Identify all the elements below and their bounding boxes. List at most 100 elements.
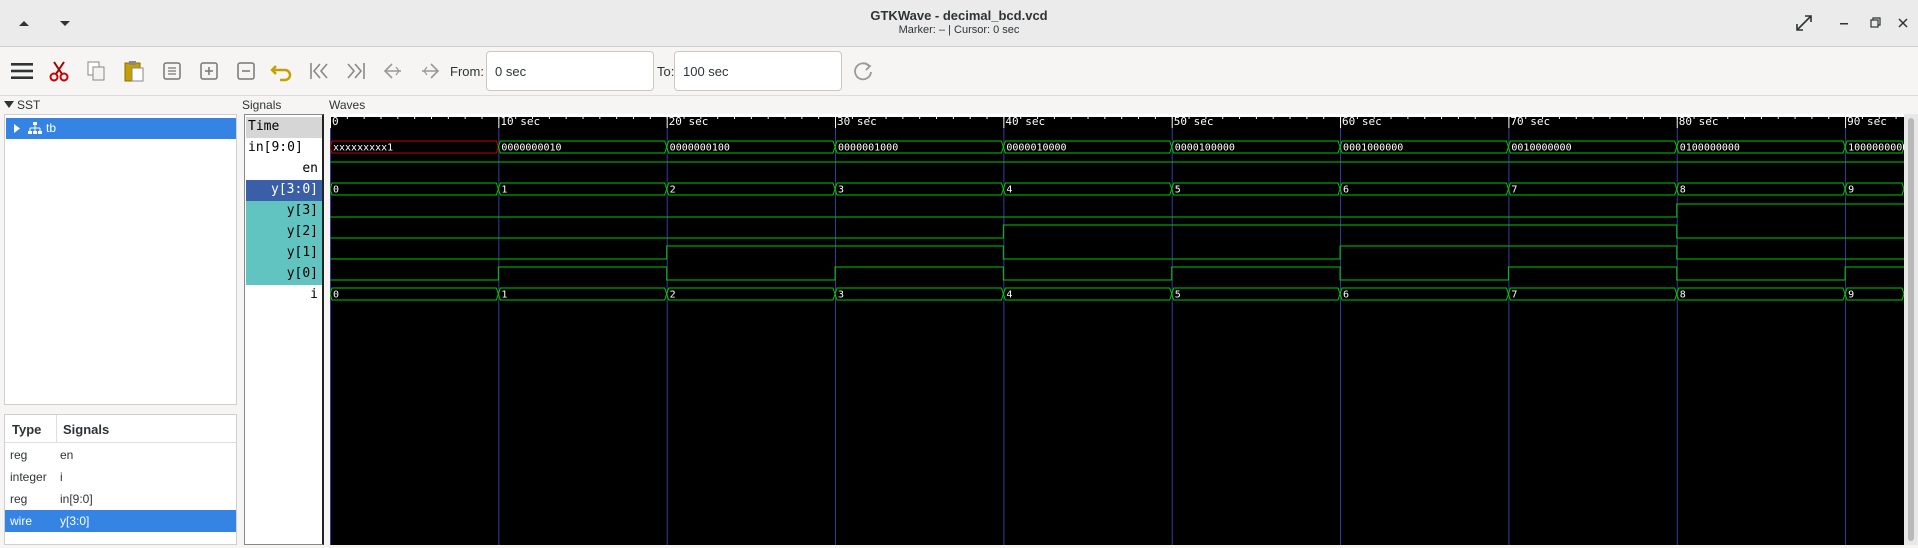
from-label: From: xyxy=(450,64,484,79)
bit-waveform-y1 xyxy=(330,245,1918,260)
waves-pane-title: Waves xyxy=(329,98,366,112)
signals-column-header[interactable]: Signals xyxy=(63,422,109,437)
copy-icon[interactable] xyxy=(83,58,109,84)
bus-segment xyxy=(1507,182,1678,196)
signal-name-row[interactable]: in[9:0] xyxy=(246,138,322,159)
vertical-scrollbar[interactable] xyxy=(1904,114,1918,545)
paste-icon[interactable] xyxy=(121,58,147,84)
from-time-input[interactable] xyxy=(486,51,654,91)
signal-name-row[interactable]: y[1] xyxy=(246,243,322,264)
bus-segment xyxy=(834,182,1004,196)
time-tick-label: 0 xyxy=(332,115,339,128)
to-label: To: xyxy=(657,64,675,79)
bus-value-label: 6 xyxy=(1343,185,1349,196)
signal-name-text: in[9:0] xyxy=(248,140,303,155)
bus-value-label: 3 xyxy=(838,290,844,301)
zoom-fit-icon[interactable] xyxy=(159,58,185,84)
bus-value-label: 2 xyxy=(670,185,676,196)
minimize-icon[interactable] xyxy=(1833,12,1855,34)
bus-segment xyxy=(1171,287,1341,301)
zoom-to-start-icon[interactable] xyxy=(306,58,332,84)
bus-value-label: 0000100000 xyxy=(1175,143,1235,154)
bus-value-label: 1 xyxy=(501,185,507,196)
bus-segment xyxy=(834,287,1004,301)
menu-icon[interactable] xyxy=(9,58,35,84)
fullscreen-icon[interactable] xyxy=(1793,12,1815,34)
time-tick-label: 70 sec xyxy=(1510,115,1550,128)
waveform-display[interactable]: 0 10 sec 20 sec 30 sec 40 sec 50 sec 60 sec 70 … xyxy=(329,114,1918,545)
zoom-out-icon[interactable] xyxy=(233,58,259,84)
window-title: GTKWave - decimal_bcd.vcd xyxy=(870,8,1048,23)
signal-type: integer xyxy=(10,470,47,484)
signal-name-row[interactable]: y[3:0] xyxy=(246,180,322,201)
bus-segment xyxy=(1002,287,1173,301)
signal-row[interactable]: reg en xyxy=(5,444,236,466)
bus-segment xyxy=(1507,287,1678,301)
bus-segment xyxy=(329,287,499,301)
sst-tree: tb xyxy=(4,114,237,405)
signals-list-header: Type Signals xyxy=(5,415,236,443)
type-column-header[interactable]: Type xyxy=(12,422,41,437)
bus-value-label: 2 xyxy=(670,290,676,301)
bus-segment xyxy=(666,182,836,196)
bus-value-label: 0010000000 xyxy=(1511,143,1571,154)
signal-name-row[interactable]: y[3] xyxy=(246,201,322,222)
tree-item-tb[interactable]: tb xyxy=(6,118,236,139)
signal-name-row[interactable]: y[0] xyxy=(246,264,322,285)
signal-name: y[3:0] xyxy=(60,514,90,528)
bus-value-label: 1 xyxy=(501,290,507,301)
waves-pane[interactable]: 0 10 sec 20 sec 30 sec 40 sec 50 sec 60 sec 70 … xyxy=(329,114,1918,545)
bus-value-label: 0000000100 xyxy=(670,143,730,154)
signal-name-text: i xyxy=(310,287,318,302)
cut-icon[interactable] xyxy=(46,58,72,84)
scrollbar-thumb[interactable] xyxy=(1908,118,1914,541)
to-time-input[interactable] xyxy=(674,51,842,91)
find-previous-edge-icon[interactable] xyxy=(380,58,406,84)
signal-name-row[interactable]: en xyxy=(246,159,322,180)
signal-name-text: y[3:0] xyxy=(271,182,318,197)
signal-row[interactable]: integer i xyxy=(5,466,236,488)
undo-zoom-icon[interactable] xyxy=(269,58,295,84)
reload-icon[interactable] xyxy=(850,58,876,84)
bus-value-label: 9 xyxy=(1848,290,1854,301)
signals-pane: Time in[9:0] en y[3:0] y[3] y[2] y[1] y[0] i xyxy=(244,114,324,545)
signal-row-selected[interactable]: wire y[3:0] xyxy=(5,510,236,532)
signal-name-row[interactable]: y[2] xyxy=(246,222,322,243)
time-tick-label: 90 sec xyxy=(1847,115,1887,128)
signal-name-row[interactable]: i xyxy=(246,285,322,306)
bus-segment xyxy=(329,182,499,196)
zoom-to-end-icon[interactable] xyxy=(343,58,369,84)
expand-icon[interactable] xyxy=(13,123,21,134)
bus-value-label: 4 xyxy=(1006,290,1012,301)
bus-value-label: 4 xyxy=(1006,185,1012,196)
bus-segment xyxy=(1002,182,1173,196)
bus-value-label: 5 xyxy=(1175,290,1181,301)
marker-cursor-status: Marker: – | Cursor: 0 sec xyxy=(898,24,1020,36)
bus-value-label: 7 xyxy=(1511,185,1517,196)
bus-value-label: 0000001000 xyxy=(838,143,898,154)
signal-name-text: y[3] xyxy=(286,203,318,218)
signal-name-text: y[1] xyxy=(286,245,318,260)
sst-collapse-icon[interactable] xyxy=(4,101,14,108)
time-tick-label: 20 sec xyxy=(669,115,709,128)
bus-value-label: 7 xyxy=(1511,290,1517,301)
bit-waveform-y2 xyxy=(330,224,1918,239)
bus-segment xyxy=(497,182,668,196)
bus-value-label: 8 xyxy=(1680,185,1686,196)
signal-row[interactable]: reg in[9:0] xyxy=(5,488,236,510)
bus-value-label: xxxxxxxxx1 xyxy=(333,143,393,154)
tree-item-label: tb xyxy=(46,121,57,135)
find-next-edge-icon[interactable] xyxy=(417,58,443,84)
bit-waveform-y0 xyxy=(330,266,1918,281)
bit-waveform-y3 xyxy=(330,203,1918,218)
bus-value-label: 6 xyxy=(1343,290,1349,301)
bus-segment xyxy=(1171,182,1341,196)
bus-value-label: 0000000010 xyxy=(501,143,561,154)
close-icon[interactable] xyxy=(1892,12,1914,34)
bus-segment xyxy=(1339,182,1509,196)
zoom-in-icon[interactable] xyxy=(196,58,222,84)
bus-value-label: 0100000000 xyxy=(1680,143,1740,154)
time-tick-label: 30 sec xyxy=(837,115,877,128)
maximize-icon[interactable] xyxy=(1864,12,1886,34)
title-bar: GTKWave - decimal_bcd.vcd Marker: – | Cu… xyxy=(0,0,1918,47)
